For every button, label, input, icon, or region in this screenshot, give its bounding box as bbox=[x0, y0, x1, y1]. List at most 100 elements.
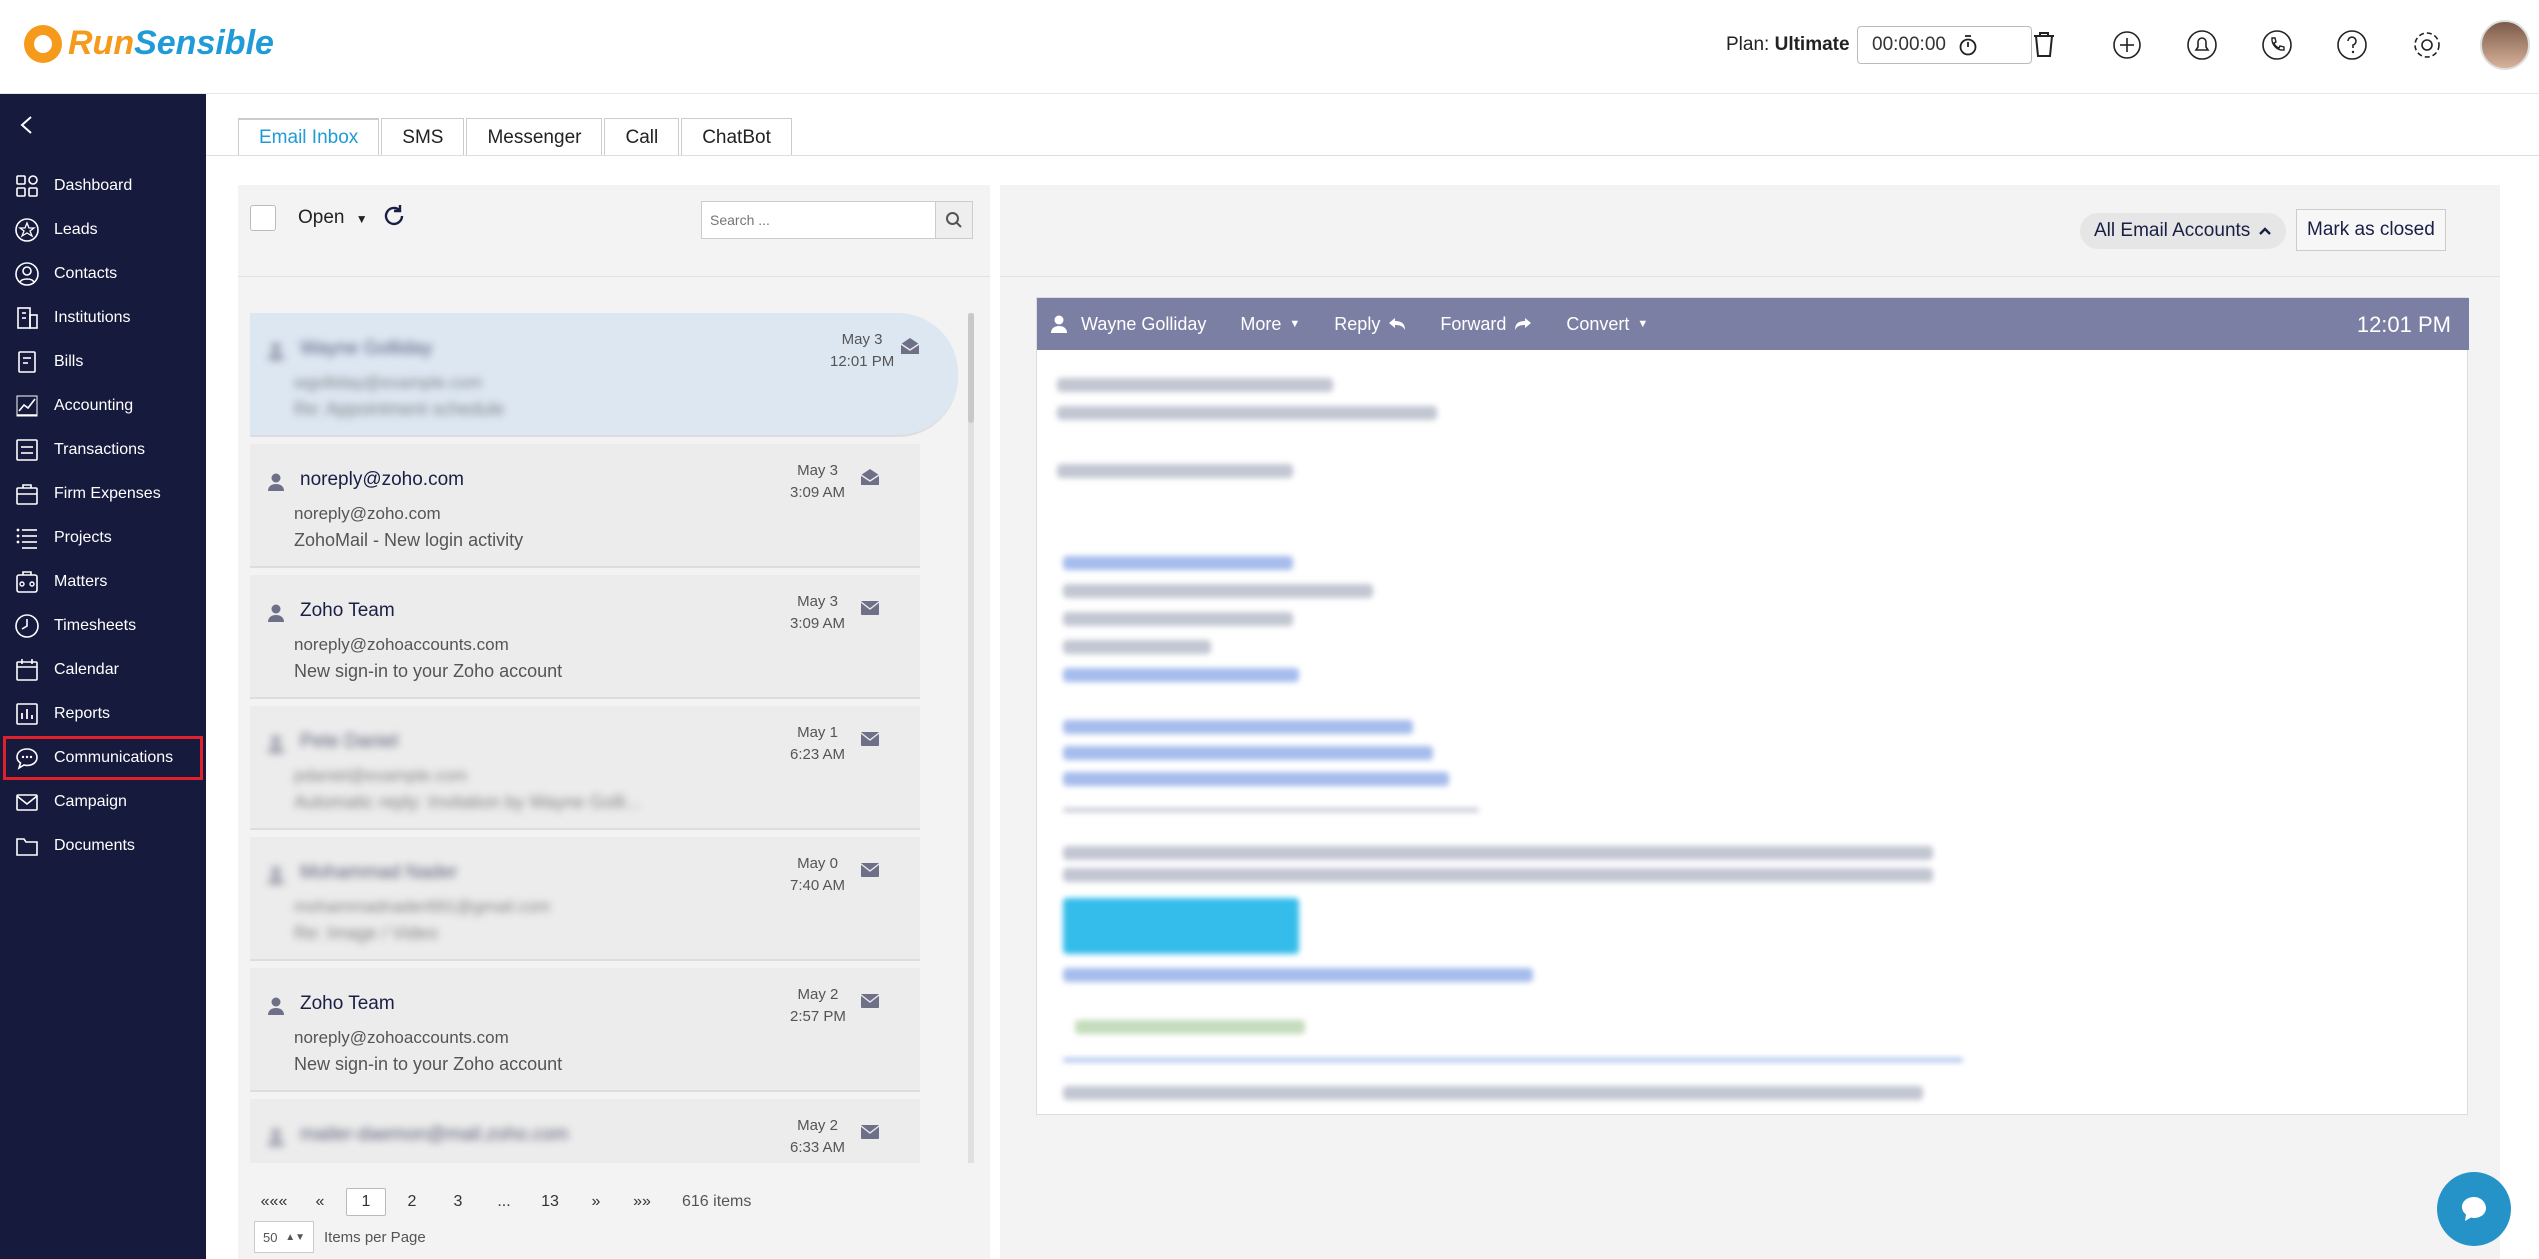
more-dropdown[interactable]: More ▼ bbox=[1240, 314, 1300, 335]
time-tracker[interactable]: 00:00:00 bbox=[1857, 26, 2032, 64]
message-row[interactable]: Wayne Golliday wgolliday@example.com Re: A… bbox=[250, 313, 958, 437]
sidebar-item-institutions[interactable]: Institutions bbox=[0, 296, 206, 340]
collapse-back-icon[interactable] bbox=[16, 114, 38, 136]
reply-button[interactable]: Reply bbox=[1334, 314, 1406, 335]
tab-sms[interactable]: SMS bbox=[381, 118, 465, 156]
message-sender: Wayne Golliday bbox=[300, 338, 433, 359]
sidebar-item-label: Firm Expenses bbox=[54, 485, 161, 502]
sidebar-item-firm-expenses[interactable]: Firm Expenses bbox=[0, 472, 206, 516]
tab-email-inbox[interactable]: Email Inbox bbox=[238, 118, 380, 156]
communication-tabs: Email Inbox SMS Messenger Call ChatBot bbox=[238, 118, 794, 156]
sidebar-item-label: Reports bbox=[54, 705, 111, 722]
next-page-button[interactable]: » bbox=[576, 1188, 616, 1216]
message-sender: Zoho Team bbox=[300, 600, 395, 621]
accounting-icon bbox=[16, 395, 38, 417]
message-subject: Re: Appointment schedule bbox=[294, 399, 505, 419]
message-list: Wayne Golliday wgolliday@example.com Re: A… bbox=[250, 313, 970, 1163]
calendar-icon bbox=[16, 659, 38, 681]
dashboard-icon bbox=[16, 175, 38, 197]
caret-down-icon: ▼ bbox=[355, 212, 368, 226]
message-row[interactable]: Mohammad Nader mohammadnader891@gmail.com… bbox=[250, 837, 920, 961]
sidebar-item-label: Projects bbox=[54, 529, 112, 546]
sidebar-item-label: Matters bbox=[54, 573, 108, 590]
message-email: mohammadnader891@gmail.com bbox=[294, 897, 551, 916]
email-accounts-dropdown[interactable]: All Email Accounts bbox=[2080, 213, 2287, 249]
per-page-select[interactable]: 50 ▲▼ bbox=[254, 1221, 314, 1253]
page-ellipsis[interactable]: ... bbox=[484, 1188, 524, 1216]
chevron-up-icon bbox=[2259, 227, 2272, 235]
sidebar-item-reports[interactable]: Reports bbox=[0, 692, 206, 736]
transactions-icon bbox=[16, 439, 38, 461]
convert-dropdown[interactable]: Convert ▼ bbox=[1566, 314, 1648, 335]
status-filter-dropdown[interactable]: Open ▼ bbox=[298, 207, 368, 229]
tab-messenger[interactable]: Messenger bbox=[466, 118, 603, 156]
top-bar: RunSensible Plan: Ultimate 00:00:00 bbox=[0, 0, 2539, 94]
sidebar-item-documents[interactable]: Documents bbox=[0, 824, 206, 868]
sidebar-item-projects[interactable]: Projects bbox=[0, 516, 206, 560]
trash-icon[interactable] bbox=[2025, 26, 2063, 64]
search-input[interactable] bbox=[701, 201, 937, 239]
settings-gear-icon[interactable] bbox=[2408, 26, 2446, 64]
bill-icon bbox=[18, 351, 36, 373]
sidebar-item-label: Leads bbox=[54, 221, 98, 238]
add-time-icon[interactable] bbox=[2108, 26, 2146, 64]
message-row[interactable]: noreply@zoho.com noreply@zoho.com ZohoMail… bbox=[250, 444, 920, 568]
sidebar-item-label: Bills bbox=[54, 353, 84, 370]
notification-bell-icon[interactable] bbox=[2183, 26, 2221, 64]
sidebar-item-calendar[interactable]: Calendar bbox=[0, 648, 206, 692]
chat-icon bbox=[16, 748, 38, 770]
envelope-icon bbox=[860, 1125, 880, 1139]
sidebar-item-bills[interactable]: Bills bbox=[0, 340, 206, 384]
items-per-page: 50 ▲▼ Items per Page bbox=[254, 1221, 426, 1253]
sidebar-item-dashboard[interactable]: Dashboard bbox=[0, 164, 206, 208]
page-button-3[interactable]: 3 bbox=[438, 1188, 478, 1216]
scrollbar-thumb[interactable] bbox=[968, 313, 974, 423]
tab-chatbot[interactable]: ChatBot bbox=[681, 118, 792, 156]
items-total: 616 items bbox=[682, 1193, 752, 1210]
forward-button[interactable]: Forward bbox=[1440, 314, 1532, 335]
sidebar-item-matters[interactable]: Matters bbox=[0, 560, 206, 604]
envelope-open-icon bbox=[860, 469, 880, 485]
live-chat-button[interactable] bbox=[2437, 1172, 2511, 1246]
sidebar-item-transactions[interactable]: Transactions bbox=[0, 428, 206, 472]
page-button-1[interactable]: 1 bbox=[346, 1188, 386, 1216]
mark-as-closed-button[interactable]: Mark as closed bbox=[2296, 209, 2446, 251]
message-date: May 1 6:23 AM bbox=[790, 724, 846, 763]
search-button[interactable] bbox=[935, 201, 973, 239]
message-list-scrollbar[interactable] bbox=[968, 313, 974, 1163]
envelope-open-icon bbox=[900, 338, 920, 354]
page-button-13[interactable]: 13 bbox=[530, 1188, 570, 1216]
message-row[interactable]: Zoho Team noreply@zohoaccounts.com New sig… bbox=[250, 968, 920, 1092]
message-row[interactable]: mailer-daemon@mail.zoho.com May 2 6:33 AM bbox=[250, 1099, 920, 1163]
message-row[interactable]: Zoho Team noreply@zohoaccounts.com New sig… bbox=[250, 575, 920, 699]
sidebar-item-timesheets[interactable]: Timesheets bbox=[0, 604, 206, 648]
message-subject: New sign-in to your Zoho account bbox=[294, 661, 563, 681]
person-icon bbox=[268, 342, 284, 360]
forward-icon bbox=[1515, 318, 1532, 330]
phone-icon[interactable] bbox=[2258, 26, 2296, 64]
first-page-button[interactable]: ««« bbox=[254, 1188, 294, 1216]
sidebar-item-accounting[interactable]: Accounting bbox=[0, 384, 206, 428]
sidebar-item-label: Accounting bbox=[54, 397, 134, 414]
last-page-button[interactable]: »» bbox=[622, 1188, 662, 1216]
sidebar-item-label: Institutions bbox=[54, 309, 131, 326]
page-button-2[interactable]: 2 bbox=[392, 1188, 432, 1216]
sidebar-item-contacts[interactable]: Contacts bbox=[0, 252, 206, 296]
message-email: noreply@zoho.com bbox=[294, 504, 441, 523]
message-date: May 3 3:09 AM bbox=[790, 462, 846, 501]
sidebar-item-label: Timesheets bbox=[54, 617, 137, 634]
tab-call[interactable]: Call bbox=[604, 118, 680, 156]
refresh-icon[interactable] bbox=[381, 203, 407, 229]
sidebar-item-leads[interactable]: Leads bbox=[0, 208, 206, 252]
email-body-redacted bbox=[1053, 368, 2453, 1108]
message-row[interactable]: Pete Daniel pdaniel@example.com Automatic … bbox=[250, 706, 920, 830]
sidebar-item-communications[interactable]: Communications bbox=[3, 736, 203, 780]
select-all-checkbox[interactable] bbox=[250, 205, 276, 231]
prev-page-button[interactable]: « bbox=[300, 1188, 340, 1216]
user-avatar[interactable] bbox=[2480, 20, 2530, 70]
sidebar-item-campaign[interactable]: Campaign bbox=[0, 780, 206, 824]
email-time: 12:01 PM bbox=[2356, 312, 2451, 337]
app-logo[interactable]: RunSensible bbox=[24, 24, 274, 63]
help-icon[interactable] bbox=[2333, 26, 2371, 64]
message-email: noreply@zohoaccounts.com bbox=[294, 1028, 509, 1047]
